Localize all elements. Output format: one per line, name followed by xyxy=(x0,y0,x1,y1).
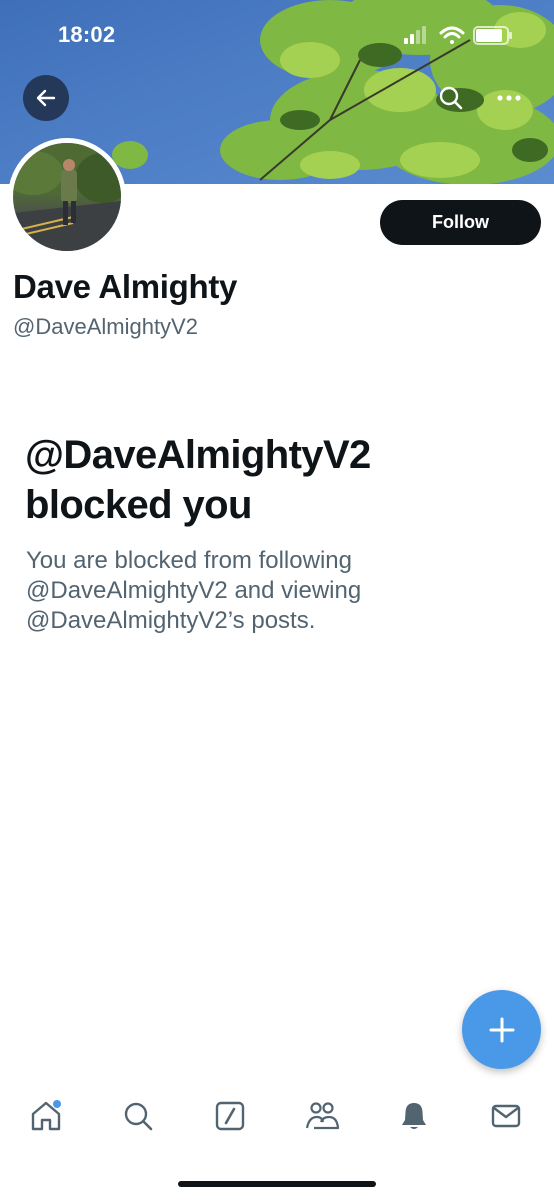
more-options-button[interactable] xyxy=(486,75,532,121)
nav-notifications[interactable] xyxy=(384,1086,444,1146)
avatar-photo xyxy=(13,143,121,251)
battery-icon xyxy=(473,26,512,45)
bottom-navigation xyxy=(0,1086,554,1146)
nav-search[interactable] xyxy=(108,1086,168,1146)
nav-grok[interactable] xyxy=(200,1086,260,1146)
blocked-description-line: @DaveAlmightyV2 and viewing xyxy=(26,577,362,604)
nav-home[interactable] xyxy=(16,1086,76,1146)
blocked-title: @DaveAlmightyV2 blocked you xyxy=(25,430,535,530)
bell-icon xyxy=(402,1103,426,1129)
mail-icon xyxy=(491,1104,521,1128)
home-indicator[interactable] xyxy=(178,1181,376,1187)
blocked-title-line: blocked you xyxy=(25,483,252,527)
cellular-signal-icon xyxy=(404,26,426,44)
blocked-description-line: @DaveAlmightyV2’s posts. xyxy=(26,607,316,634)
arrow-left-icon xyxy=(36,89,56,107)
status-time: 18:02 xyxy=(58,22,116,47)
follow-button[interactable]: Follow xyxy=(380,200,541,245)
wifi-icon xyxy=(439,26,465,44)
blocked-description-line: You are blocked from following xyxy=(26,547,352,574)
status-bar: 18:02 xyxy=(0,0,554,70)
compose-fab-button[interactable] xyxy=(462,990,541,1069)
more-horizontal-icon xyxy=(497,95,521,101)
nav-messages[interactable] xyxy=(476,1086,536,1146)
notification-dot xyxy=(53,1100,61,1108)
nav-communities[interactable] xyxy=(292,1086,352,1146)
plus-icon xyxy=(489,1017,514,1042)
search-icon xyxy=(124,1102,153,1131)
search-button[interactable] xyxy=(428,75,474,121)
home-icon xyxy=(31,1100,61,1131)
profile-avatar[interactable] xyxy=(8,138,126,256)
blocked-title-line: @DaveAlmightyV2 xyxy=(25,433,371,477)
profile-display-name: Dave Almighty xyxy=(13,268,238,305)
search-icon xyxy=(439,86,463,110)
profile-handle: @DaveAlmightyV2 xyxy=(13,314,198,339)
communities-icon xyxy=(305,1102,340,1130)
grok-slash-icon xyxy=(215,1101,245,1131)
back-button[interactable] xyxy=(23,75,69,121)
blocked-description: You are blocked from following @DaveAlmi… xyxy=(26,546,526,636)
status-icons xyxy=(404,26,512,45)
